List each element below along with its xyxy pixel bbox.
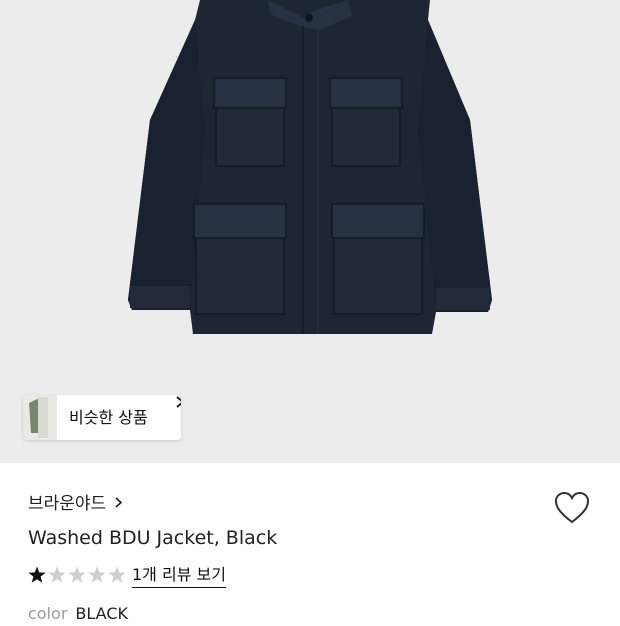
heart-outline-icon xyxy=(554,491,590,524)
color-option-key: color xyxy=(28,604,68,623)
brand-name: 브라운야드 xyxy=(28,494,107,514)
star-empty-icon xyxy=(108,566,126,583)
similar-thumbnail xyxy=(23,395,57,440)
reviews-link[interactable]: 1개 리뷰 보기 xyxy=(132,563,226,588)
rating-stars xyxy=(28,566,126,583)
color-option-value: BLACK xyxy=(75,604,128,623)
star-empty-icon xyxy=(68,566,86,583)
wishlist-button[interactable] xyxy=(552,489,592,527)
brand-link[interactable]: 브라운야드 xyxy=(28,490,123,518)
jacket-illustration xyxy=(128,0,492,334)
chevron-right-icon xyxy=(114,494,123,514)
similar-products-label: 비슷한 상품 xyxy=(69,408,148,427)
similar-products-button[interactable]: 비슷한 상품 xyxy=(23,395,181,440)
star-filled-icon xyxy=(28,566,46,583)
product-image[interactable]: 비슷한 상품 xyxy=(0,0,620,463)
star-empty-icon xyxy=(88,566,106,583)
product-title: Washed BDU Jacket, Black xyxy=(28,527,278,549)
star-empty-icon xyxy=(48,566,66,583)
color-option: color BLACK xyxy=(28,602,128,626)
